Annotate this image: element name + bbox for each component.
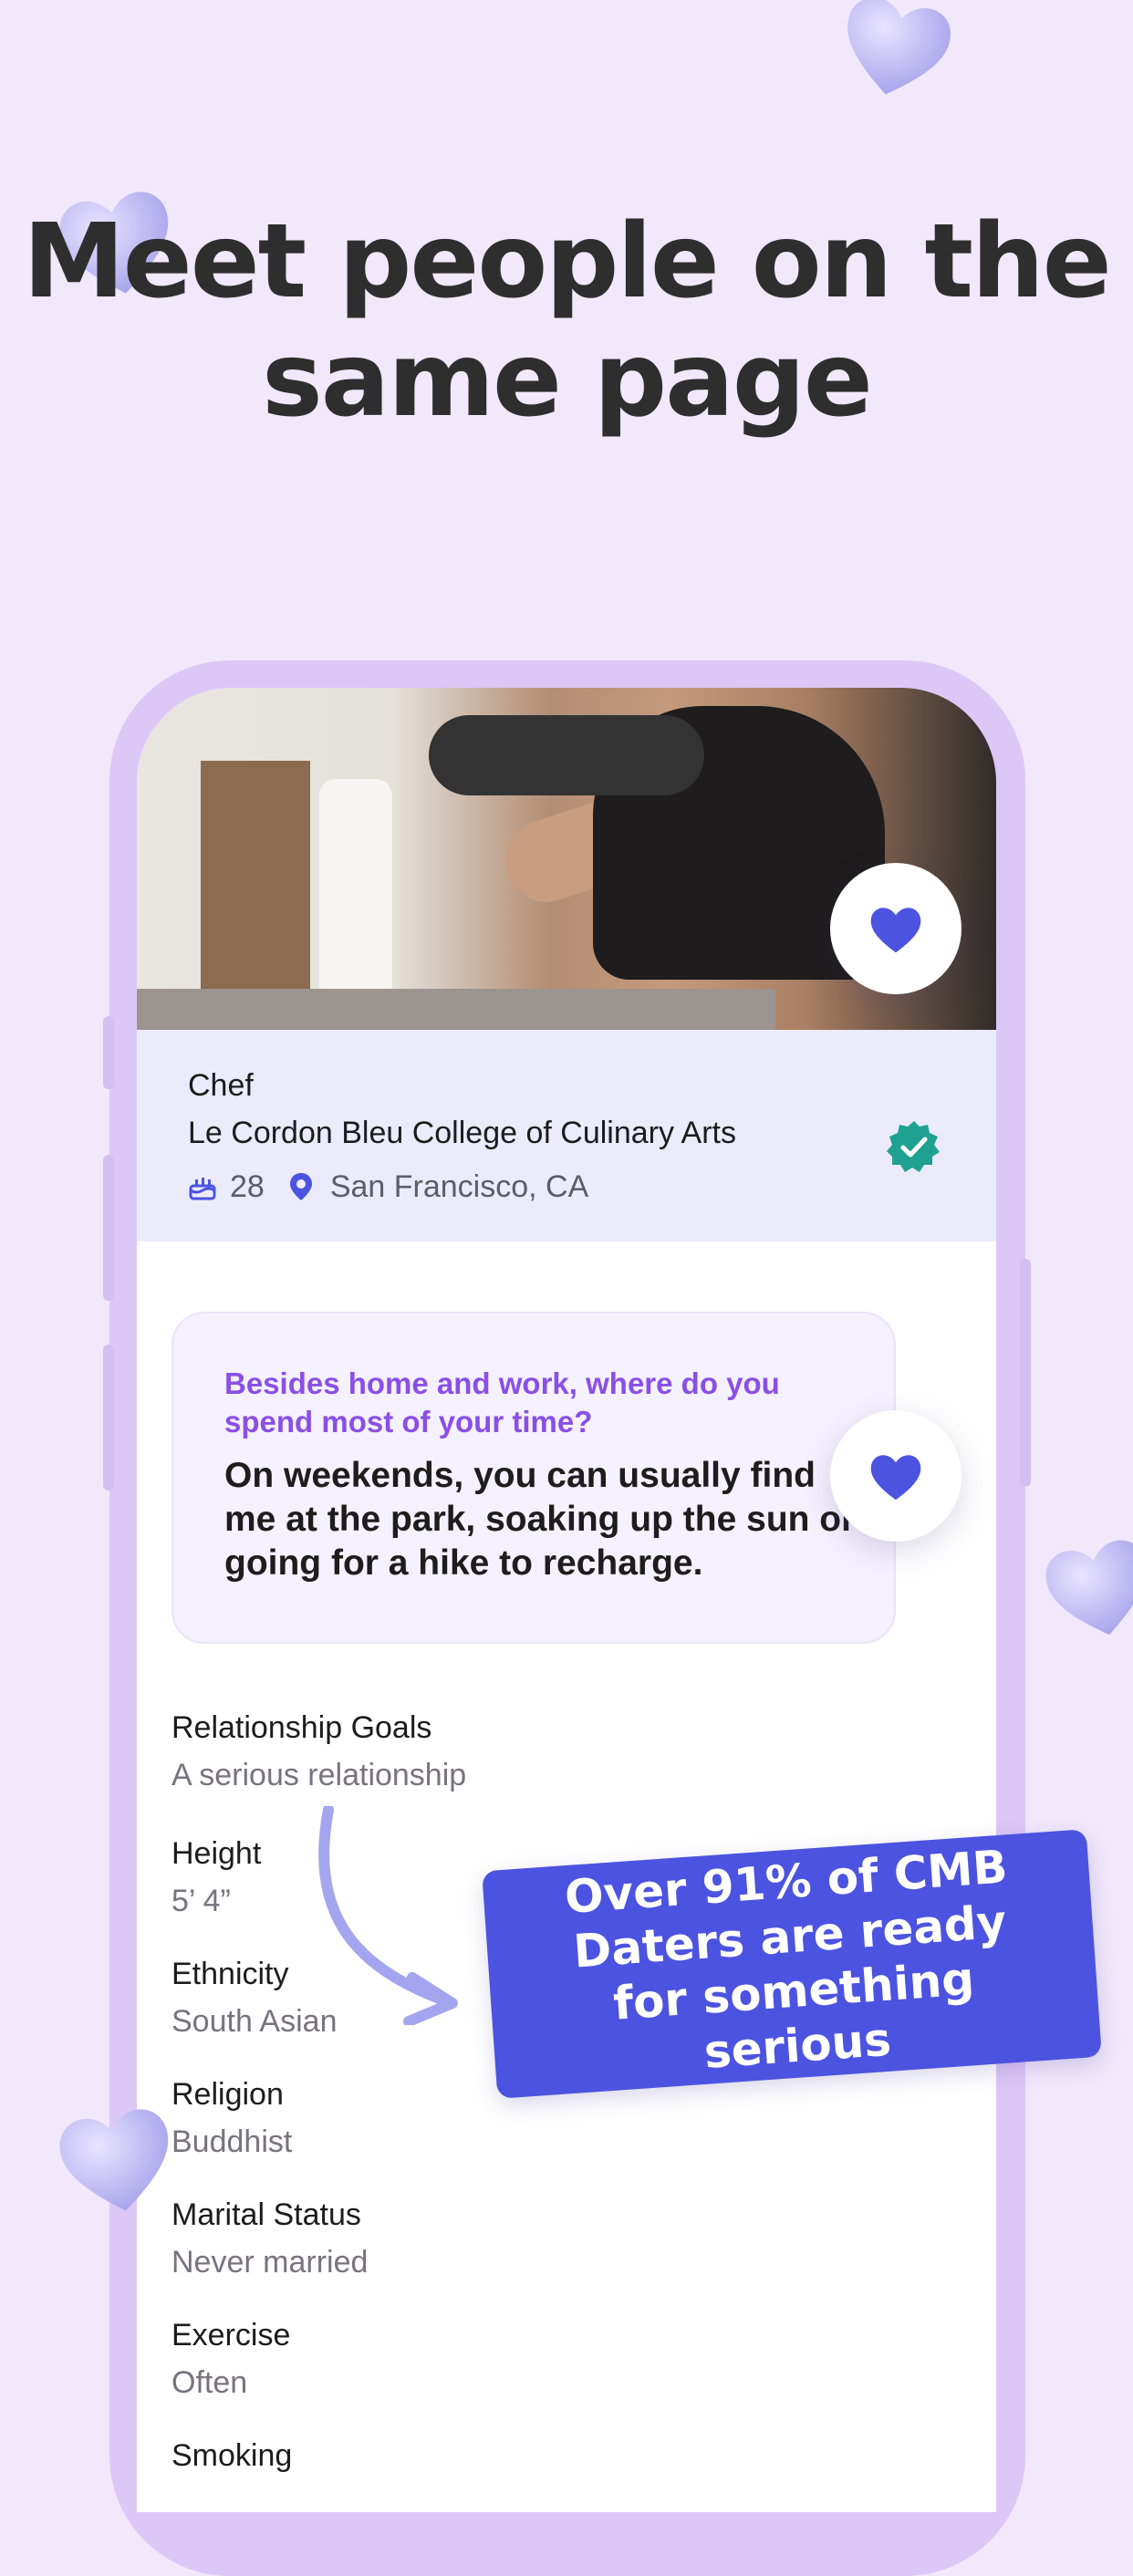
detail-religion: Religion Buddhist: [172, 2074, 292, 2162]
cake-icon: [188, 1170, 219, 1203]
headline: Meet people on the same page: [23, 203, 1111, 440]
profile-info-panel: Chef Le Cordon Bleu College of Culinary …: [137, 1030, 996, 1241]
like-photo-button[interactable]: [830, 863, 961, 994]
prompt-answer: On weekends, you can usually find me at …: [224, 1456, 856, 1583]
detail-value: Buddhist: [172, 2124, 293, 2159]
detail-label: Exercise: [172, 2318, 291, 2353]
detail-label: Religion: [172, 2077, 284, 2112]
profile-meta: 28 San Francisco, CA: [188, 1167, 588, 1207]
phone-side-button: [103, 1016, 114, 1089]
decorative-heart-icon: [1045, 1540, 1133, 1636]
detail-label: Height: [172, 1836, 262, 1871]
heart-icon: [870, 908, 921, 953]
prompt-card: Besides home and work, where do you spen…: [172, 1312, 896, 1644]
detail-value: Often: [172, 2365, 248, 2400]
school: Le Cordon Bleu College of Culinary Arts: [188, 1116, 736, 1150]
detail-exercise: Exercise Often: [172, 2315, 290, 2403]
detail-marital-status: Marital Status Never married: [172, 2195, 368, 2282]
like-prompt-button[interactable]: [830, 1410, 961, 1542]
curved-arrow-icon: [318, 1806, 458, 2025]
detail-value: Never married: [172, 2245, 369, 2280]
decorative-heart-icon: [847, 0, 951, 95]
dynamic-island: [429, 715, 704, 795]
callout-text: Over 91% of CMB Daters are ready for som…: [563, 1840, 1010, 2079]
prompt-question: Besides home and work, where do you spen…: [224, 1366, 780, 1439]
detail-relationship-goals: Relationship Goals A serious relationshi…: [172, 1708, 466, 1795]
location-pin-icon: [288, 1170, 319, 1203]
detail-smoking: Smoking: [172, 2436, 292, 2476]
detail-label: Smoking: [172, 2438, 293, 2473]
detail-height: Height 5’ 4”: [172, 1833, 261, 1921]
detail-value: A serious relationship: [172, 1758, 467, 1792]
location: San Francisco, CA: [329, 1169, 589, 1204]
phone-side-button: [1020, 1259, 1031, 1487]
decorative-heart-icon: [59, 2109, 169, 2211]
detail-label: Relationship Goals: [172, 1710, 432, 1745]
phone-side-button: [103, 1155, 114, 1301]
heart-icon: [870, 1455, 921, 1501]
verified-badge-icon: [887, 1121, 940, 1172]
phone-side-button: [103, 1345, 114, 1491]
job-title: Chef: [188, 1068, 254, 1103]
callout-banner: Over 91% of CMB Daters are ready for som…: [482, 1829, 1102, 2099]
age: 28: [230, 1169, 265, 1204]
detail-label: Marital Status: [172, 2197, 361, 2232]
detail-value: 5’ 4”: [172, 1884, 231, 1918]
